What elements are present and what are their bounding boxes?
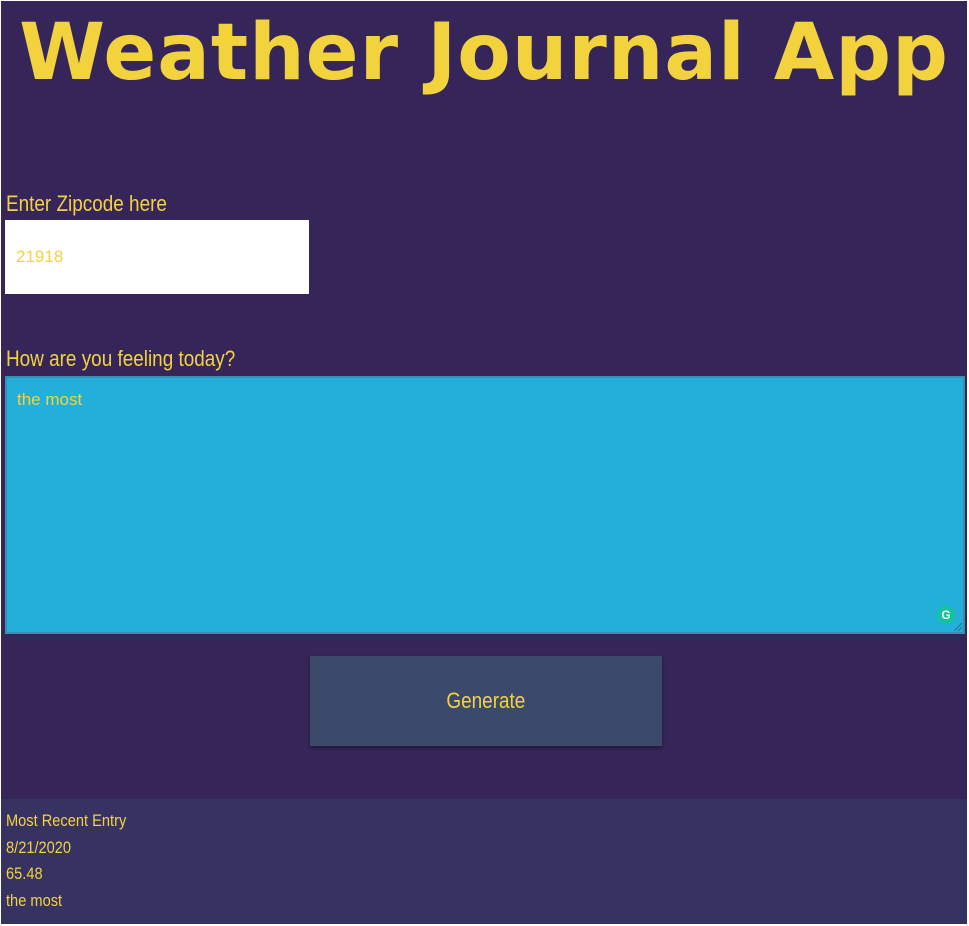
app-frame: Weather Journal App Enter Zipcode here H…: [1, 1, 967, 924]
zip-input[interactable]: [5, 220, 309, 294]
page-title: Weather Journal App: [19, 8, 949, 98]
entry-temp: 65.48: [6, 864, 43, 883]
entry-date: 8/21/2020: [6, 838, 72, 857]
resize-grip-icon[interactable]: [951, 620, 963, 632]
zip-label: Enter Zipcode here: [6, 191, 167, 216]
generate-button-label: Generate: [446, 688, 526, 713]
generate-button[interactable]: Generate: [310, 656, 662, 746]
entry-content: the most: [6, 891, 63, 910]
feelings-label: How are you feeling today?: [6, 346, 236, 371]
feelings-textarea[interactable]: the most: [5, 376, 965, 634]
entry-heading: Most Recent Entry: [6, 811, 127, 830]
recent-entry-panel: Most Recent Entry 8/21/2020 65.48 the mo…: [1, 799, 967, 924]
